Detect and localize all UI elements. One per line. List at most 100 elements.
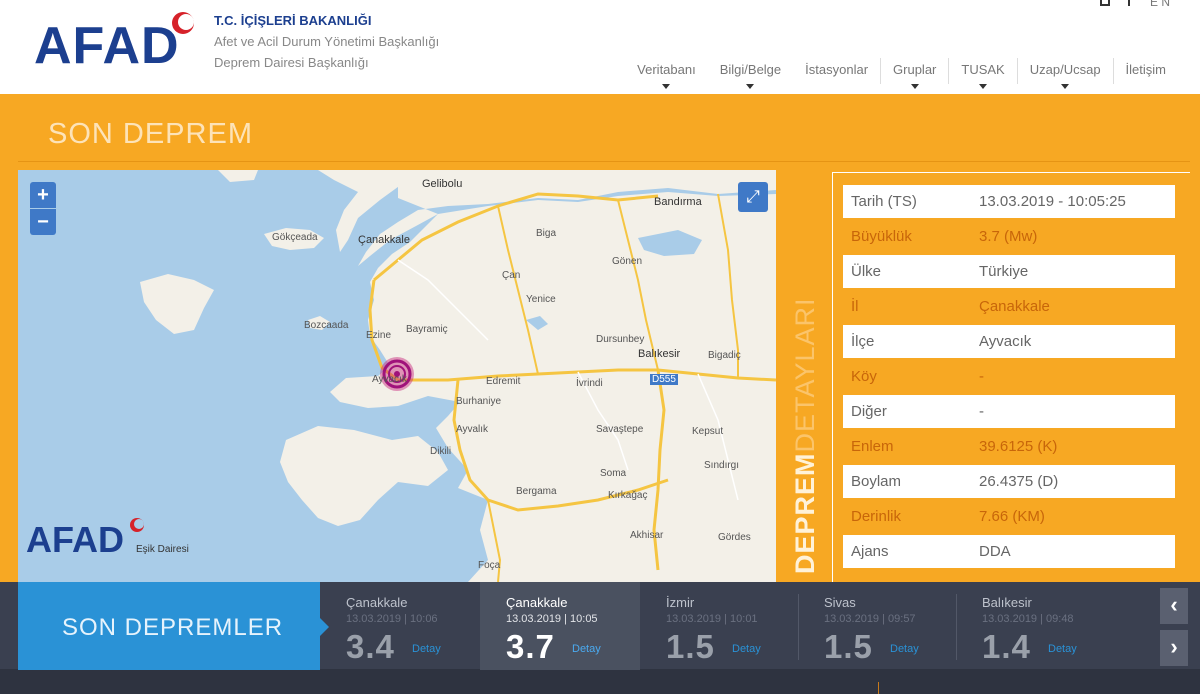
detail-label: Köy bbox=[851, 368, 877, 385]
afad-logo[interactable]: AFAD bbox=[34, 12, 194, 76]
quake-detail-link[interactable]: Detay bbox=[572, 643, 601, 655]
chevron-right-icon[interactable]: › bbox=[1160, 630, 1188, 666]
detail-row-longitude: Boylam 26.4375 (D) bbox=[843, 465, 1175, 498]
zoom-control: + − bbox=[30, 182, 56, 235]
map-label: Bozcaada bbox=[304, 320, 349, 331]
quake-card[interactable]: Sivas 13.03.2019 | 09:57 1.5 Detay bbox=[798, 582, 958, 670]
detail-label: Boylam bbox=[851, 473, 902, 490]
detail-row-country: Ülke Türkiye bbox=[843, 255, 1175, 288]
son-depremler-button[interactable]: SON DEPREMLER bbox=[18, 582, 320, 670]
map-label: Kırkağaç bbox=[608, 490, 648, 501]
quake-card[interactable]: Çanakkale 13.03.2019 | 10:06 3.4 Detay bbox=[320, 582, 480, 670]
detail-value: DDA bbox=[979, 543, 1011, 560]
quake-date: 13.03.2019 | 10:06 bbox=[346, 613, 438, 625]
quake-date: 13.03.2019 | 10:05 bbox=[506, 613, 598, 625]
map-label: Dursunbey bbox=[596, 334, 645, 345]
detail-row-depth: Derinlik 7.66 (KM) bbox=[843, 500, 1175, 533]
earthquake-details: Tarih (TS) 13.03.2019 - 10:05:25 Büyüklük… bbox=[832, 172, 1190, 584]
map-label: Çanakkale bbox=[358, 234, 410, 246]
detail-label: Diğer bbox=[851, 403, 887, 420]
map-label: Gördes bbox=[718, 532, 751, 543]
chevron-down-icon bbox=[1061, 84, 1070, 89]
nav-label: İletişim bbox=[1125, 62, 1166, 77]
earthquake-map[interactable]: Gelibolu Bandırma Çanakkale Gökçeada Big… bbox=[18, 170, 776, 582]
detail-row-agency: Ajans DDA bbox=[843, 535, 1175, 568]
land-small-island bbox=[218, 170, 258, 182]
nav-item-uzap-ucsap[interactable]: Uzap/Ucsap bbox=[1018, 56, 1113, 91]
quake-detail-link[interactable]: Detay bbox=[732, 643, 761, 655]
chevron-down-icon bbox=[662, 84, 671, 89]
quake-card-active[interactable]: Çanakkale 13.03.2019 | 10:05 3.7 Detay bbox=[480, 582, 640, 670]
crescent-icon bbox=[172, 12, 194, 34]
lang-icon bbox=[1099, 0, 1110, 6]
details-vertical-label: DEPREMDETAYLARI bbox=[790, 274, 821, 574]
site-header: AFAD T.C. İÇİŞLERİ BAKANLIĞI Afet ve Aci… bbox=[0, 0, 1200, 94]
detail-value: Ayvacık bbox=[979, 333, 1032, 350]
map-logo-subtitle: Eşik Dairesi bbox=[136, 544, 189, 555]
map-label: Kepsut bbox=[692, 426, 724, 437]
quake-detail-link[interactable]: Detay bbox=[412, 643, 441, 655]
land-lesbos bbox=[280, 426, 448, 526]
quake-magnitude: 1.4 bbox=[982, 628, 1031, 665]
detail-value: - bbox=[979, 403, 984, 420]
map-label: Biga bbox=[536, 228, 557, 239]
quake-city: İzmir bbox=[666, 595, 695, 610]
quake-pager: ‹ › bbox=[1160, 588, 1188, 668]
fullscreen-button[interactable]: ⤢ bbox=[738, 182, 768, 212]
quake-detail-link[interactable]: Detay bbox=[890, 643, 919, 655]
detail-value: 3.7 (Mw) bbox=[979, 228, 1038, 245]
detail-value: 13.03.2019 - 10:05:25 bbox=[979, 193, 1126, 210]
nav-item-veritabani[interactable]: Veritabanı bbox=[625, 56, 708, 91]
nav-item-iletisim[interactable]: İletişim bbox=[1114, 56, 1178, 91]
map-label: Bayramiç bbox=[406, 324, 448, 335]
ministry-line-3: Deprem Dairesi Başkanlığı bbox=[214, 55, 369, 70]
map-label: Edremit bbox=[486, 376, 521, 387]
detail-label: Enlem bbox=[851, 438, 894, 455]
quake-city: Balıkesir bbox=[982, 595, 1032, 610]
map-label: Gelibolu bbox=[422, 178, 463, 190]
map-label: Ezine bbox=[366, 330, 392, 341]
nav-label: Gruplar bbox=[893, 62, 937, 77]
detail-row-village: Köy - bbox=[843, 360, 1175, 393]
son-depremler-label: SON DEPREMLER bbox=[62, 614, 284, 641]
nav-item-gruplar[interactable]: Gruplar bbox=[881, 56, 948, 91]
road-number-badge: D555 bbox=[650, 374, 678, 385]
detail-row-district: İlçe Ayvacık bbox=[843, 325, 1175, 358]
bottom-marker bbox=[878, 682, 879, 694]
zoom-in-button[interactable]: + bbox=[30, 182, 56, 208]
nav-item-bilgi-belge[interactable]: Bilgi/Belge bbox=[708, 56, 793, 91]
nav-label: Uzap/Ucsap bbox=[1029, 62, 1101, 77]
main-nav: Veritabanı Bilgi/Belge İstasyonlar Grupl… bbox=[625, 56, 1178, 91]
nav-label: Bilgi/Belge bbox=[719, 62, 782, 77]
chevron-left-icon[interactable]: ‹ bbox=[1160, 588, 1188, 624]
map-label: Yenice bbox=[526, 294, 556, 305]
map-label: İvrindi bbox=[576, 378, 603, 389]
ministry-title: T.C. İÇİŞLERİ BAKANLIĞI Afet ve Acil Dur… bbox=[214, 10, 439, 73]
detail-value: Türkiye bbox=[979, 263, 1029, 280]
quake-card[interactable]: İzmir 13.03.2019 | 10:01 1.5 Detay bbox=[640, 582, 800, 670]
map-label: Balıkesir bbox=[638, 348, 681, 360]
language-switch[interactable]: E N bbox=[1099, 0, 1170, 9]
detail-value: 7.66 (KM) bbox=[979, 508, 1045, 525]
nav-label: İstasyonlar bbox=[805, 62, 869, 77]
lang-label[interactable]: E N bbox=[1150, 0, 1170, 9]
map-label: Ayvacık bbox=[372, 374, 407, 385]
map-label: Dikili bbox=[430, 446, 452, 457]
zoom-out-button[interactable]: − bbox=[30, 209, 56, 235]
map-label: Foça bbox=[478, 560, 501, 571]
ministry-line-1: T.C. İÇİŞLERİ BAKANLIĞI bbox=[214, 13, 372, 28]
nav-item-tusak[interactable]: TUSAK bbox=[949, 56, 1016, 91]
quake-date: 13.03.2019 | 09:48 bbox=[982, 613, 1074, 625]
detail-row-province: İl Çanakkale bbox=[843, 290, 1175, 323]
map-label: Bandırma bbox=[654, 196, 702, 208]
detail-row-other: Diğer - bbox=[843, 395, 1175, 428]
vertical-label-bold: DEPREM bbox=[790, 452, 820, 574]
nav-item-istasyonlar[interactable]: İstasyonlar bbox=[793, 56, 880, 91]
vertical-label-light: DETAYLARI bbox=[790, 297, 820, 453]
quake-detail-link[interactable]: Detay bbox=[1048, 643, 1077, 655]
quake-city: Çanakkale bbox=[346, 595, 408, 610]
map-label: Soma bbox=[600, 468, 627, 479]
quake-magnitude: 3.7 bbox=[506, 628, 555, 665]
detail-row-magnitude: Büyüklük 3.7 (Mw) bbox=[843, 220, 1175, 253]
quake-card[interactable]: Balıkesir 13.03.2019 | 09:48 1.4 Detay bbox=[956, 582, 1116, 670]
